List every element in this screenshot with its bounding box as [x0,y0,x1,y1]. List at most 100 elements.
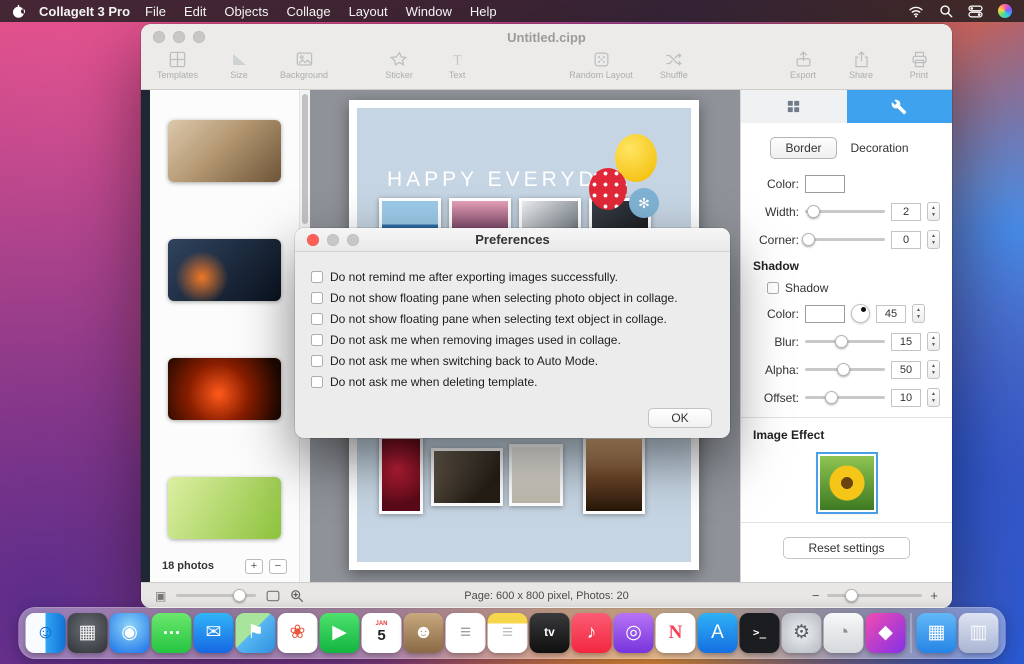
remove-photos-button[interactable]: − [269,559,287,574]
menu-item[interactable]: File [136,4,175,19]
offset-slider[interactable] [805,396,885,399]
photo-thumbnail-sunset[interactable] [168,358,281,420]
width-slider[interactable] [805,210,885,213]
menu-item[interactable]: Edit [175,4,215,19]
zoom-in-button[interactable]: + [930,588,938,603]
alpha-stepper[interactable]: ▲▼ [927,360,940,379]
share-button[interactable]: Share [844,50,878,80]
siri-icon[interactable] [998,4,1012,18]
zoom-slider[interactable] [827,594,922,597]
slider-knob[interactable] [802,233,815,246]
reset-settings-button[interactable]: Reset settings [783,537,909,559]
apple-menu-icon[interactable] [12,4,25,19]
image-frame-icon[interactable] [266,590,280,602]
border-tab[interactable]: Border [770,137,836,159]
sticker-button[interactable]: Sticker [382,50,416,80]
reminders-dock-icon[interactable]: ≡ [446,613,486,653]
alpha-value[interactable]: 50 [891,361,921,379]
dialog-close-button[interactable] [307,234,319,246]
mail-dock-icon[interactable]: ✉ [194,613,234,653]
preference-option-row[interactable]: Do not remind me after exporting images … [311,266,714,287]
slider-knob[interactable] [845,589,858,602]
wifi-icon[interactable] [908,5,924,18]
slider-knob[interactable] [835,335,848,348]
dialog-zoom-button[interactable] [347,234,359,246]
templates-button[interactable]: Templates [157,50,198,80]
notes-dock-icon[interactable]: ≡ [488,613,528,653]
preference-option-row[interactable]: Do not ask me when switching back to Aut… [311,350,714,371]
slider-knob[interactable] [233,589,246,602]
checkbox[interactable] [311,313,323,325]
menu-item[interactable]: Collage [277,4,339,19]
offset-value[interactable]: 10 [891,389,921,407]
menu-item[interactable]: Layout [340,4,397,19]
trash-dock-icon[interactable]: ▥ [959,613,999,653]
tv-dock-icon[interactable]: tv [530,613,570,653]
calendar-dock-icon[interactable]: JAN 5 [362,613,402,653]
dialog-minimize-button[interactable] [327,234,339,246]
close-button[interactable] [153,31,165,43]
layout-tab[interactable] [741,90,847,123]
size-button[interactable]: Size [222,50,256,80]
shadow-checkbox[interactable] [767,282,779,294]
red-balloon-sticker[interactable] [589,168,627,210]
window-titlebar[interactable]: Untitled.cipp [141,24,952,50]
control-center-icon[interactable] [968,5,983,18]
zoom-tool-icon[interactable] [290,589,304,603]
offset-stepper[interactable]: ▲▼ [927,388,940,407]
disk-utility-dock-icon[interactable]: ◔ [824,613,864,653]
preference-option-row[interactable]: Do not show floating pane when selecting… [311,287,714,308]
checkbox[interactable] [311,292,323,304]
search-icon[interactable] [939,4,953,18]
contacts-dock-icon[interactable]: ☻ [404,613,444,653]
collage-photo[interactable] [379,436,423,514]
menu-item[interactable]: Window [397,4,461,19]
checkbox[interactable] [311,376,323,388]
preference-option-row[interactable]: Do not ask me when deleting template. [311,371,714,392]
shadow-angle-value[interactable]: 45 [876,305,906,323]
thumbnail-size-icon[interactable]: ▣ [155,589,166,603]
shuffle-button[interactable]: Shuffle [657,50,691,80]
safari-dock-icon[interactable]: ◉ [110,613,150,653]
photo-thumbnail-scifi[interactable] [168,239,281,301]
podcasts-dock-icon[interactable]: ◎ [614,613,654,653]
checkbox[interactable] [311,355,323,367]
slider-knob[interactable] [837,363,850,376]
corner-stepper[interactable]: ▲▼ [927,230,940,249]
launchpad-dock-icon[interactable]: ▦ [68,613,108,653]
background-button[interactable]: Background [280,50,328,80]
zoom-out-button[interactable]: − [812,588,820,603]
ok-button[interactable]: OK [648,408,712,428]
menu-item[interactable]: Help [461,4,506,19]
terminal-dock-icon[interactable]: >_ [740,613,780,653]
minimize-button[interactable] [173,31,185,43]
photo-thumbnail-dog[interactable] [168,120,281,182]
text-button[interactable]: T Text [440,50,474,80]
photo-editor-dock-icon[interactable]: ◆ [866,613,906,653]
news-dock-icon[interactable]: N [656,613,696,653]
slider-knob[interactable] [825,391,838,404]
checkbox[interactable] [311,334,323,346]
shadow-angle-dial[interactable] [851,304,870,323]
blur-value[interactable]: 15 [891,333,921,351]
collage-photo[interactable] [583,436,645,514]
corner-value[interactable]: 0 [891,231,921,249]
width-stepper[interactable]: ▲▼ [927,202,940,221]
photo-thumbnail-insect[interactable] [168,477,281,539]
shadow-color-well[interactable] [805,305,845,323]
slider-knob[interactable] [807,205,820,218]
menu-item[interactable]: Objects [215,4,277,19]
add-photos-button[interactable]: + [245,559,263,574]
dialog-titlebar[interactable]: Preferences [295,228,730,252]
music-dock-icon[interactable]: ♪ [572,613,612,653]
appstore-dock-icon[interactable]: A [698,613,738,653]
blur-slider[interactable] [805,340,885,343]
blur-stepper[interactable]: ▲▼ [927,332,940,351]
collageit-dock-icon[interactable]: ▦ [917,613,957,653]
collage-photo[interactable] [431,448,503,506]
angle-stepper[interactable]: ▲▼ [912,304,925,323]
checkbox[interactable] [311,271,323,283]
finder-dock-icon[interactable]: ☺ [26,613,66,653]
image-effect-preview[interactable] [818,454,876,512]
collage-photo[interactable] [509,444,563,506]
